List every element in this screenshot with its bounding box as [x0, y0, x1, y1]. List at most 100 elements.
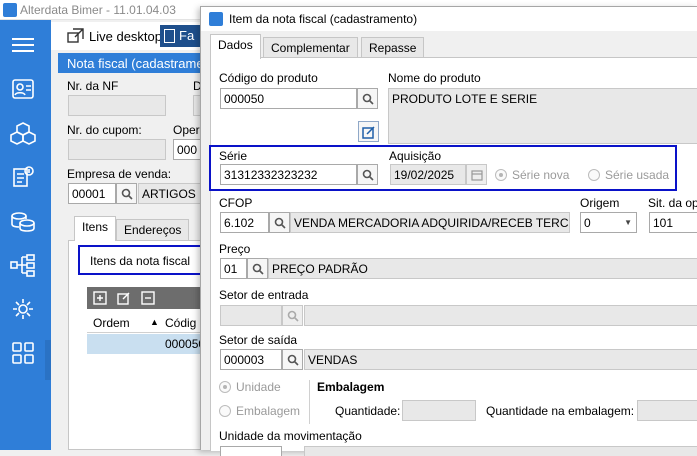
grid-header-ordem[interactable]: Ordem [93, 316, 130, 330]
search-icon [287, 354, 299, 366]
sidebar-expand-handle[interactable] [45, 340, 51, 380]
nr-cupom-input[interactable] [68, 139, 166, 160]
origem-select[interactable]: 0 ▼ [580, 212, 637, 233]
setor-entrada-search-button[interactable] [282, 305, 303, 326]
item-dialog: Item da nota fiscal (cadastramento) Dado… [200, 6, 697, 456]
setor-entrada-input[interactable] [220, 305, 282, 326]
unidade-movimentacao-label: Unidade da movimentação [219, 429, 362, 443]
preco-code-input[interactable]: 01 [220, 258, 247, 279]
edit-icon [361, 125, 375, 139]
gear-icon[interactable] [10, 296, 36, 322]
setor-saida-desc-field: VENDAS [304, 349, 697, 370]
qtd-embalagem-input[interactable] [637, 400, 697, 421]
remove-icon[interactable] [141, 291, 155, 305]
coins-icon[interactable] [10, 208, 36, 234]
sit-operacao-input[interactable]: 101 [649, 212, 697, 233]
user-card-icon[interactable] [10, 76, 36, 102]
empresa-label: Empresa de venda: [67, 167, 172, 181]
sit-operacao-label: Sit. da ope [648, 196, 697, 210]
document-icon [164, 29, 175, 43]
serie-input[interactable]: 31312332323232 [220, 164, 357, 185]
unidade-movimentacao-input[interactable] [220, 446, 282, 456]
serie-search-button[interactable] [357, 164, 378, 185]
codigo-search-button[interactable] [357, 88, 378, 109]
preco-desc-field: PREÇO PADRÃO [268, 258, 697, 279]
serie-nova-radio[interactable]: Série nova [495, 168, 569, 182]
embalagem-header: Embalagem [317, 380, 385, 394]
aquisicao-input[interactable]: 19/02/2025 [390, 164, 466, 185]
cfop-code-input[interactable]: 6.102 [220, 212, 269, 233]
origem-value: 0 [584, 216, 591, 230]
search-icon [362, 169, 374, 181]
radio-circle [219, 405, 231, 417]
search-icon [362, 93, 374, 105]
menu-icon[interactable] [10, 32, 36, 58]
org-chart-icon[interactable] [10, 252, 36, 278]
preco-search-button[interactable] [247, 258, 268, 279]
setor-saida-label: Setor de saída [219, 333, 298, 347]
edit-icon[interactable] [117, 291, 131, 305]
cfop-desc-field: VENDA MERCADORIA ADQUIRIDA/RECEB TERC(ME… [290, 212, 570, 233]
cfop-search-button[interactable] [269, 212, 290, 233]
cubes-icon[interactable] [10, 120, 36, 146]
dialog-titlebar: Item da nota fiscal (cadastramento) [201, 7, 697, 31]
nr-cupom-label: Nr. do cupom: [67, 123, 142, 137]
fa-tab[interactable]: Fa [160, 25, 200, 47]
grid-header-codigo[interactable]: Códig [165, 316, 196, 330]
tab-repasse[interactable]: Repasse [361, 37, 425, 59]
codigo-produto-input[interactable]: 000050 [220, 88, 357, 109]
setor-entrada-desc-field [304, 305, 697, 326]
cfop-label: CFOP [219, 196, 253, 210]
itens-nota-fiscal-box: Itens da nota fiscal [78, 245, 218, 275]
nr-nf-label: Nr. da NF [67, 79, 119, 93]
nota-fiscal-title: Nota fiscal (cadastramento) [58, 53, 218, 73]
unidade-movimentacao-desc-field [304, 446, 697, 456]
calendar-icon [470, 169, 483, 181]
tab-dados[interactable]: Dados [210, 34, 261, 59]
grid-header: Ordem ▲ Códig [87, 313, 218, 333]
setor-saida-search-button[interactable] [282, 349, 303, 370]
nr-nf-input[interactable] [68, 95, 166, 116]
divider [309, 380, 310, 424]
tab-itens[interactable]: Itens [74, 216, 117, 241]
dialog-app-icon [209, 12, 223, 26]
live-desktop-icon[interactable] [67, 28, 85, 47]
setor-entrada-label: Setor de entrada [219, 288, 309, 302]
aquisicao-calendar-button[interactable] [466, 164, 487, 185]
radio-circle [495, 169, 507, 181]
embalagem-radio[interactable]: Embalagem [219, 404, 300, 418]
oper-label: Oper [173, 123, 200, 137]
setor-saida-input[interactable]: 000003 [220, 349, 282, 370]
live-desktop-link[interactable]: Live desktop [89, 29, 162, 44]
grid-icon[interactable] [10, 340, 36, 366]
app-logo-icon [3, 3, 17, 17]
itens-nota-fiscal-label: Itens da nota fiscal [90, 254, 191, 268]
serie-label: Série [219, 149, 248, 163]
tab-complementar[interactable]: Complementar [263, 37, 358, 59]
search-icon [287, 310, 299, 322]
search-icon [121, 188, 133, 200]
embalagem-label: Embalagem [236, 404, 301, 418]
preco-label: Preço [219, 242, 251, 256]
edit-produto-button[interactable] [358, 121, 379, 142]
radio-circle [588, 169, 600, 181]
invoice-icon[interactable] [10, 164, 36, 190]
table-row[interactable]: 000050 [87, 334, 218, 354]
search-icon [274, 217, 286, 229]
quantidade-input[interactable] [402, 400, 476, 421]
serie-usada-radio[interactable]: Série usada [588, 168, 669, 182]
dados-panel: Código do produto 000050 Nome do produto… [209, 57, 697, 456]
unidade-radio[interactable]: Unidade [219, 380, 281, 394]
chevron-down-icon: ▼ [624, 218, 632, 227]
empresa-search-button[interactable] [116, 183, 137, 204]
radio-circle [219, 381, 231, 393]
nota-fiscal-panel: Nr. da NF D Nr. do cupom: Oper 000 Empre… [58, 73, 218, 450]
empresa-code-input[interactable]: 00001 [68, 183, 116, 204]
codigo-produto-label: Código do produto [219, 71, 318, 85]
nome-produto-field: PRODUTO LOTE E SERIE [388, 88, 697, 144]
tab-enderecos[interactable]: Endereços [116, 219, 190, 241]
add-icon[interactable] [93, 291, 107, 305]
dialog-title: Item da nota fiscal (cadastramento) [229, 12, 418, 26]
unidade-label: Unidade [236, 380, 281, 394]
search-icon [252, 263, 264, 275]
